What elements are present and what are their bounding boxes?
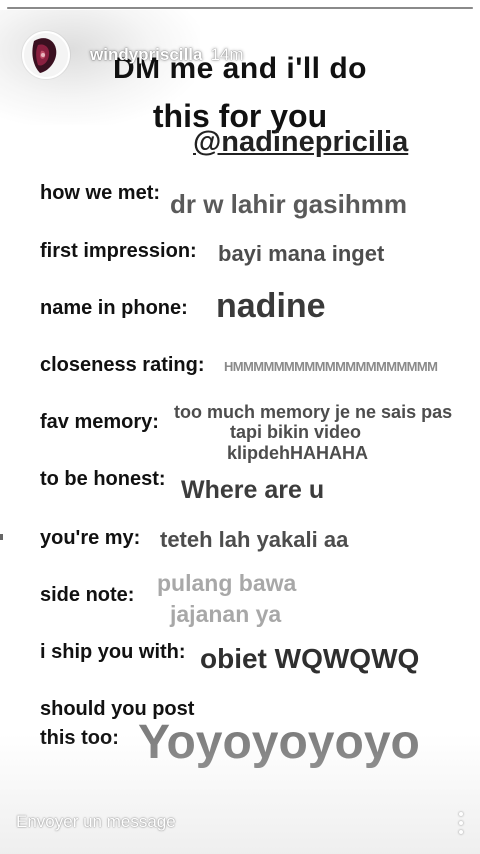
label-to-be-honest: to be honest: [40, 468, 166, 490]
username[interactable]: windypriscilla [90, 45, 202, 65]
label-name-in-phone: name in phone: [40, 297, 188, 319]
avatar[interactable] [22, 31, 70, 79]
more-options-button[interactable] [455, 810, 467, 836]
label-youre-my: you're my: [40, 527, 141, 549]
edge-marker [0, 534, 3, 540]
answer-closeness-rating: HMMMMMMMMMMMMMMMMMMMM [224, 359, 438, 374]
answer-i-ship-you-with: obiet WQWQWQ [200, 643, 420, 674]
mention-handle[interactable]: @nadinepricilia [193, 126, 408, 159]
send-message-input[interactable]: Envoyer un message [16, 812, 176, 832]
label-side-note: side note: [40, 584, 135, 606]
answer-side-note-line-2: jajanan ya [170, 601, 282, 627]
story-header[interactable]: windypriscilla 14m [22, 31, 244, 79]
answer-fav-memory-line-1: too much memory je ne sais pas [174, 402, 453, 422]
bottom-shadow-overlay [0, 734, 480, 854]
answer-youre-my: teteh lah yakali aa [160, 527, 349, 552]
avatar-image [24, 33, 68, 77]
label-first-impression: first impression: [40, 240, 197, 262]
story-progress-fill [7, 7, 473, 9]
answer-name-in-phone: nadine [216, 287, 326, 325]
label-closeness-rating: closeness rating: [40, 354, 205, 376]
answer-side-note-line-1: pulang bawa [157, 570, 297, 596]
post-time: 14m [210, 45, 244, 64]
label-i-ship-you-with: i ship you with: [40, 641, 186, 663]
answer-how-we-met: dr w lahir gasihmm [170, 189, 407, 219]
answer-to-be-honest: Where are u [181, 476, 325, 504]
vertical-dots-icon [459, 812, 463, 817]
answer-fav-memory-line-3: klipdehHAHAHA [227, 443, 369, 463]
answer-fav-memory-line-2: tapi bikin video [230, 422, 362, 442]
answer-first-impression: bayi mana inget [218, 241, 385, 266]
story-progress-bar [7, 7, 473, 9]
label-how-we-met: how we met: [40, 182, 161, 204]
label-fav-memory: fav memory: [40, 411, 159, 433]
